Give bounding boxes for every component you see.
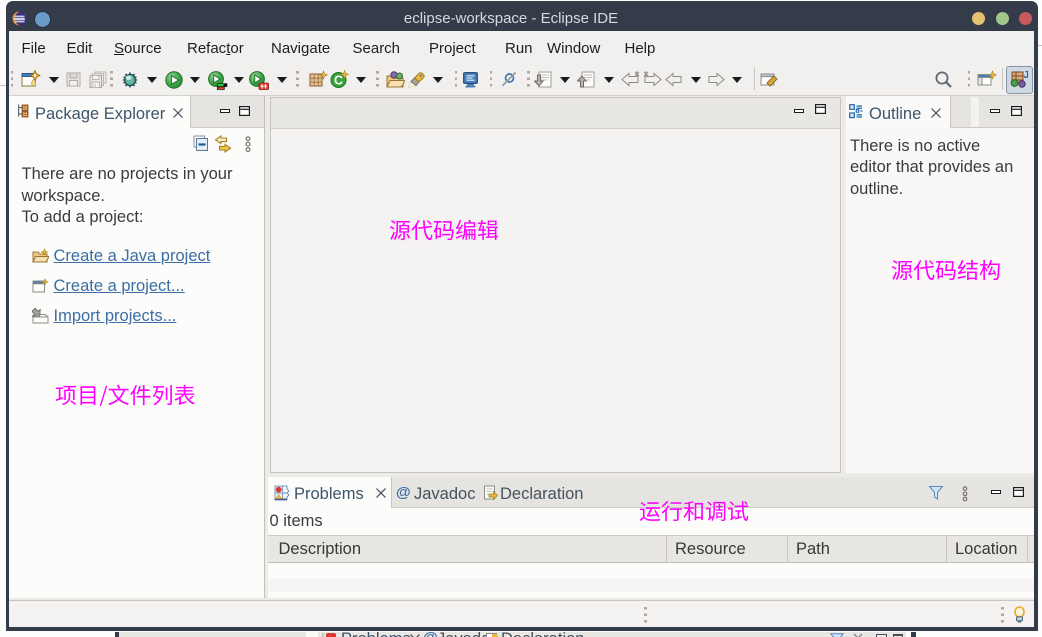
svg-text:C: C (334, 74, 343, 88)
svg-text:J: J (1024, 70, 1029, 81)
